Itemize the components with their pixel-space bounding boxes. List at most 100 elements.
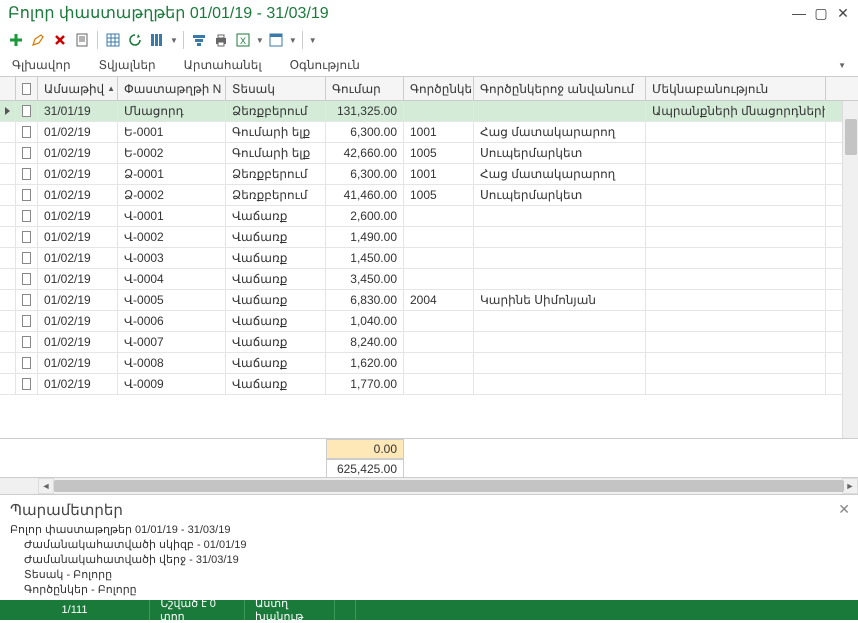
row-checkbox-cell[interactable] <box>16 122 38 142</box>
table-row[interactable]: 01/02/19Ձ-0001Ձեռքբերում6,300.001001Հաց … <box>0 164 858 185</box>
row-checkbox[interactable] <box>22 126 31 138</box>
row-checkbox[interactable] <box>22 357 31 369</box>
row-checkbox-cell[interactable] <box>16 227 38 247</box>
scrollbar-thumb[interactable] <box>54 480 844 492</box>
cell-type: Ձեռքբերում <box>226 101 326 121</box>
data-grid: Ամսաթիվ▲ Փաստաթղթի N▲ Տեսակ Գումար Գործը… <box>0 76 858 494</box>
row-checkbox[interactable] <box>22 189 31 201</box>
scroll-right-icon[interactable]: ► <box>842 478 858 494</box>
table-row[interactable]: 01/02/19Ե-0002Գումարի ելք42,660.001005Սո… <box>0 143 858 164</box>
cell-type: Վաճառք <box>226 311 326 331</box>
cell-comment <box>646 311 826 331</box>
table-row[interactable]: 01/02/19Վ-0004Վաճառք3,450.00 <box>0 269 858 290</box>
dropdown-icon[interactable]: ▼ <box>289 36 297 45</box>
row-indicator <box>0 185 16 205</box>
table-row[interactable]: 01/02/19Վ-0008Վաճառք1,620.00 <box>0 353 858 374</box>
menu-main[interactable]: Գլխավոր <box>12 58 71 72</box>
window-title: Բոլոր փաստաթղթեր 01/01/19 - 31/03/19 <box>8 3 792 23</box>
column-amount[interactable]: Գումար <box>326 77 404 100</box>
menu-expand-icon[interactable]: ▼ <box>838 61 846 70</box>
table-row[interactable]: 31/01/19ՄնացորդՁեռքբերում131,325.00Ապրան… <box>0 101 858 122</box>
row-checkbox-cell[interactable] <box>16 269 38 289</box>
row-checkbox[interactable] <box>22 252 31 264</box>
close-button[interactable]: ✕ <box>836 6 850 20</box>
excel-icon[interactable]: X <box>233 30 253 50</box>
cell-comment <box>646 332 826 352</box>
table-row[interactable]: 01/02/19Վ-0005Վաճառք6,830.002004Կարինե Ս… <box>0 290 858 311</box>
delete-icon[interactable] <box>50 30 70 50</box>
table-row[interactable]: 01/02/19Վ-0003Վաճառք1,450.00 <box>0 248 858 269</box>
column-date[interactable]: Ամսաթիվ▲ <box>38 77 118 100</box>
dropdown-icon[interactable]: ▼ <box>309 36 317 45</box>
cell-comment <box>646 143 826 163</box>
row-checkbox-cell[interactable] <box>16 101 38 121</box>
menu-export[interactable]: Արտահանել <box>184 58 262 72</box>
row-checkbox-cell[interactable] <box>16 290 38 310</box>
layout-icon[interactable] <box>266 30 286 50</box>
close-panel-icon[interactable]: ✕ <box>838 501 850 518</box>
cell-amount: 1,490.00 <box>326 227 404 247</box>
row-checkbox[interactable] <box>22 210 31 222</box>
row-checkbox[interactable] <box>22 147 31 159</box>
row-checkbox[interactable] <box>22 168 31 180</box>
table-row[interactable]: 01/02/19Վ-0006Վաճառք1,040.00 <box>0 311 858 332</box>
document-icon[interactable] <box>72 30 92 50</box>
cell-partner-name <box>474 227 646 247</box>
cell-date: 01/02/19 <box>38 353 118 373</box>
row-checkbox-cell[interactable] <box>16 311 38 331</box>
cell-type: Վաճառք <box>226 290 326 310</box>
menu-help[interactable]: Օգնություն <box>290 58 360 72</box>
select-all-checkbox[interactable] <box>22 83 31 95</box>
maximize-button[interactable]: ▢ <box>814 6 828 20</box>
row-checkbox-cell[interactable] <box>16 164 38 184</box>
row-checkbox-cell[interactable] <box>16 206 38 226</box>
row-checkbox[interactable] <box>22 273 31 285</box>
row-checkbox[interactable] <box>22 336 31 348</box>
menu-data[interactable]: Տվյալներ <box>99 58 156 72</box>
row-checkbox[interactable] <box>22 105 31 117</box>
row-checkbox[interactable] <box>22 315 31 327</box>
filter-icon[interactable] <box>189 30 209 50</box>
cell-amount: 1,770.00 <box>326 374 404 394</box>
cell-date: 01/02/19 <box>38 332 118 352</box>
table-row[interactable]: 01/02/19Վ-0001Վաճառք2,600.00 <box>0 206 858 227</box>
table-row[interactable]: 01/02/19Վ-0007Վաճառք8,240.00 <box>0 332 858 353</box>
param-line: Գործընկեր - Բոլորը <box>24 583 848 598</box>
cell-partner-name: Կարինե Սիմոնյան <box>474 290 646 310</box>
row-checkbox[interactable] <box>22 231 31 243</box>
column-type[interactable]: Տեսակ <box>226 77 326 100</box>
table-row[interactable]: 01/02/19Վ-0002Վաճառք1,490.00 <box>0 227 858 248</box>
row-checkbox-cell[interactable] <box>16 143 38 163</box>
row-checkbox-cell[interactable] <box>16 185 38 205</box>
edit-icon[interactable] <box>28 30 48 50</box>
dropdown-icon[interactable]: ▼ <box>256 36 264 45</box>
cell-partner-name: Հաց մատակարարող <box>474 164 646 184</box>
table-row[interactable]: 01/02/19Ե-0001Գումարի ելք6,300.001001Հաց… <box>0 122 858 143</box>
row-checkbox-cell[interactable] <box>16 248 38 268</box>
add-icon[interactable] <box>6 30 26 50</box>
minimize-button[interactable]: — <box>792 6 806 20</box>
cell-type: Վաճառք <box>226 206 326 226</box>
print-icon[interactable] <box>211 30 231 50</box>
row-checkbox[interactable] <box>22 294 31 306</box>
row-checkbox-cell[interactable] <box>16 332 38 352</box>
row-checkbox[interactable] <box>22 378 31 390</box>
refresh-icon[interactable] <box>125 30 145 50</box>
horizontal-scrollbar[interactable]: ◄ ► <box>0 478 858 494</box>
column-docnum[interactable]: Փաստաթղթի N▲ <box>118 77 226 100</box>
grid-icon[interactable] <box>103 30 123 50</box>
table-row[interactable]: 01/02/19Վ-0009Վաճառք1,770.00 <box>0 374 858 395</box>
column-partner[interactable]: Գործընկեր <box>404 77 474 100</box>
cell-comment <box>646 290 826 310</box>
column-partner-name[interactable]: Գործընկերոջ անվանում <box>474 77 646 100</box>
checkbox-column[interactable] <box>16 77 38 100</box>
dropdown-icon[interactable]: ▼ <box>170 36 178 45</box>
columns-icon[interactable] <box>147 30 167 50</box>
scroll-left-icon[interactable]: ◄ <box>38 478 54 494</box>
row-checkbox-cell[interactable] <box>16 353 38 373</box>
column-comment[interactable]: Մեկնաբանություն <box>646 77 826 100</box>
table-row[interactable]: 01/02/19Ձ-0002Ձեռքբերում41,460.001005Սու… <box>0 185 858 206</box>
row-checkbox-cell[interactable] <box>16 374 38 394</box>
vertical-scrollbar[interactable] <box>842 101 858 438</box>
scrollbar-thumb[interactable] <box>845 119 857 155</box>
